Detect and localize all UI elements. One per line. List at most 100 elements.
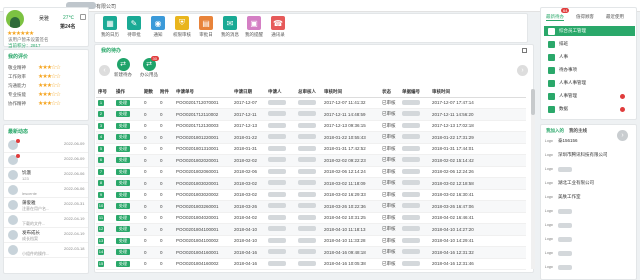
- redacted-name: [298, 214, 316, 220]
- cell-doc: [400, 154, 430, 167]
- company-panel: 我加入的 我的主线 Logo 泰156156 Logo 深圳市腾讯科技有限公司 Logo…: [540, 124, 637, 280]
- quick-item[interactable]: 人事: [544, 52, 635, 62]
- activity-item[interactable]: 2022-06-09: [4, 138, 88, 153]
- quick-item[interactable]: 人事管理: [544, 91, 635, 101]
- table-row[interactable]: 13 处理 0 0 POO0201804100002 2018-04-10 2018-04-…: [96, 235, 526, 247]
- app-shield[interactable]: ⛨ 权限审核: [171, 16, 193, 38]
- activity-item[interactable]: 饥饿 2022-06-06 123: [4, 168, 88, 183]
- expand-icon[interactable]: [522, 48, 527, 53]
- table-row[interactable]: 3 处理 0 0 POO0201712130003 2017-12-13 2017-12-1…: [96, 120, 526, 132]
- tab-mainline[interactable]: 我的主线: [569, 128, 587, 134]
- process-button[interactable]: 处理: [116, 134, 130, 141]
- activity-item[interactable]: 发布成长 2022-04-19 成长档案: [4, 228, 88, 243]
- quick-item[interactable]: 排班: [544, 39, 635, 49]
- activity-item[interactable]: 2022-04-19 下载的文件...: [4, 213, 88, 228]
- activity-item[interactable]: 2022-06-06 lescente: [4, 183, 88, 198]
- app-notice[interactable]: ◉ 通知: [147, 16, 169, 38]
- process-button[interactable]: 处理: [116, 99, 130, 106]
- avatar[interactable]: [6, 10, 24, 28]
- process-button[interactable]: 处理: [116, 237, 130, 244]
- table-row[interactable]: 8 处理 0 0 POO0201803020001 2018-03-02 2018-03-0…: [96, 177, 526, 190]
- company-item[interactable]: Logo 湖北工业有限公司: [545, 177, 594, 189]
- redacted-value: [402, 237, 420, 243]
- app-approval[interactable]: ✎ 待审批: [123, 16, 145, 38]
- app-image[interactable]: ▣ 我的提醒: [243, 16, 265, 38]
- table-row[interactable]: 6 处理 0 0 POO0201802020001 2018-02-02 2018-02-0…: [96, 154, 526, 167]
- cell-op: 处理: [114, 189, 142, 201]
- app-contacts[interactable]: ☎ 通讯录: [267, 16, 289, 38]
- tab-favorites[interactable]: 值得顾客: [576, 14, 594, 20]
- cell-reviewer: [296, 177, 322, 190]
- process-button[interactable]: 处理: [116, 157, 130, 164]
- tab-joined[interactable]: 我加入的: [546, 128, 564, 134]
- cell-op: 处理: [114, 143, 142, 155]
- quick-item[interactable]: 人事人事管理: [544, 78, 635, 88]
- flow-button[interactable]: ⇄ 新建待办: [111, 58, 135, 78]
- table-row[interactable]: 4 处理 0 0 POO0201801220001 2018-01-22 2018-01-2…: [96, 131, 526, 144]
- quick-item-label: 排班: [559, 41, 568, 46]
- process-button[interactable]: 处理: [116, 111, 130, 118]
- process-button[interactable]: 处理: [116, 203, 130, 210]
- activity-item[interactable]: 2022-06-09: [4, 153, 88, 168]
- cell-status: 已审核: [380, 120, 400, 132]
- table-row[interactable]: 10 处理 0 0 POO0201803260001 2018-03-26 2018-03-…: [96, 200, 526, 213]
- flow-button[interactable]: ⇄ 30 办公用品: [137, 56, 161, 78]
- table-row[interactable]: 14 处理 0 0 POO0201804160001 2018-04-16 2018-04-…: [96, 246, 526, 259]
- cell-doc: [400, 143, 430, 155]
- activity-item[interactable]: 蒲俊雅 2022-05-31 注意在用户名...: [4, 198, 88, 213]
- cell-status: 已审核: [380, 143, 400, 155]
- app-label: 待审批: [127, 32, 141, 37]
- process-button[interactable]: 处理: [116, 180, 130, 187]
- redacted-value: [402, 157, 420, 163]
- quick-item[interactable]: 数据: [544, 104, 635, 114]
- app-label: 权限审核: [173, 32, 191, 37]
- process-button[interactable]: 处理: [116, 226, 130, 233]
- process-button[interactable]: 处理: [116, 168, 130, 175]
- activity-item[interactable]: 2022-03-18 小组件的操作...: [4, 243, 88, 258]
- company-item[interactable]: Logo 美肤工作室: [545, 191, 581, 203]
- lock-icon[interactable]: [80, 14, 86, 20]
- table-row[interactable]: 11 处理 0 0 POO0201804020001 2018-04-02 2018-04-…: [96, 212, 526, 224]
- process-button[interactable]: 处理: [116, 260, 130, 267]
- table-row[interactable]: 1 处理 0 0 POO0201712070001 2017-12-07 2017-12-0…: [96, 97, 526, 109]
- table-row[interactable]: 9 处理 0 0 POO0201803020002 2018-03-02 2018-03-0…: [96, 189, 526, 201]
- company-item[interactable]: Logo: [545, 233, 572, 245]
- redacted-name: [298, 249, 316, 255]
- cell-code: POO0201804100002: [174, 235, 232, 247]
- next-arrow-icon[interactable]: ›: [517, 65, 528, 76]
- company-item[interactable]: Logo 深圳市腾讯科技有限公司: [545, 149, 608, 161]
- company-item[interactable]: Logo: [545, 205, 572, 217]
- process-button[interactable]: 处理: [116, 191, 130, 198]
- app-message[interactable]: ✉ 我的消息: [219, 16, 241, 38]
- redacted-company: [558, 250, 572, 256]
- tab-latest[interactable]: 最新待办: [546, 14, 564, 21]
- company-item[interactable]: Logo: [545, 261, 572, 273]
- tab-badge: 64: [561, 8, 570, 13]
- table-row[interactable]: 7 处理 0 0 POO0201802060001 2018-02-06 2018-02-0…: [96, 166, 526, 178]
- process-button[interactable]: 处理: [116, 122, 130, 129]
- app-grid[interactable]: ▤ 审批日: [195, 16, 217, 38]
- process-button[interactable]: 处理: [116, 249, 130, 256]
- process-button[interactable]: 处理: [116, 214, 130, 221]
- tab-recent[interactable]: 最近使用: [606, 14, 624, 20]
- process-button[interactable]: 处理: [116, 145, 130, 152]
- app-calendar[interactable]: ▦ 我的日历: [99, 16, 121, 38]
- table-row[interactable]: 12 处理 0 0 POO0201804100001 2018-04-10 2018-04-…: [96, 223, 526, 236]
- cell-reviewer: [296, 200, 322, 213]
- company-item[interactable]: Logo 泰156156: [545, 135, 578, 147]
- quick-item[interactable]: 待办事项: [544, 65, 635, 75]
- prev-arrow-icon[interactable]: ‹: [99, 65, 110, 76]
- table-row[interactable]: 15 处理 0 0 POO0201804160002 2018-04-16 2018-04-…: [96, 258, 526, 270]
- table-row[interactable]: 5 处理 0 0 POO0201801310001 2018-01-31 2018-01-3…: [96, 143, 526, 155]
- company-item[interactable]: Logo: [545, 163, 572, 175]
- cell-time: 2017-12-07 11:41:32: [322, 97, 380, 109]
- table-row[interactable]: 2 处理 0 0 POO0201712110002 2017-12-11 2017-12-1…: [96, 108, 526, 121]
- company-item[interactable]: Logo: [545, 247, 572, 259]
- company-item[interactable]: Logo: [545, 219, 572, 231]
- table-scrollbar[interactable]: [531, 89, 535, 269]
- row-number: 9: [98, 191, 104, 198]
- right-next-arrow-icon[interactable]: ›: [617, 130, 628, 141]
- quick-item[interactable]: 综合员工管理: [544, 26, 635, 36]
- redacted-value: [402, 134, 420, 140]
- cell-time: 2018-04-16 10:05:38: [322, 258, 380, 270]
